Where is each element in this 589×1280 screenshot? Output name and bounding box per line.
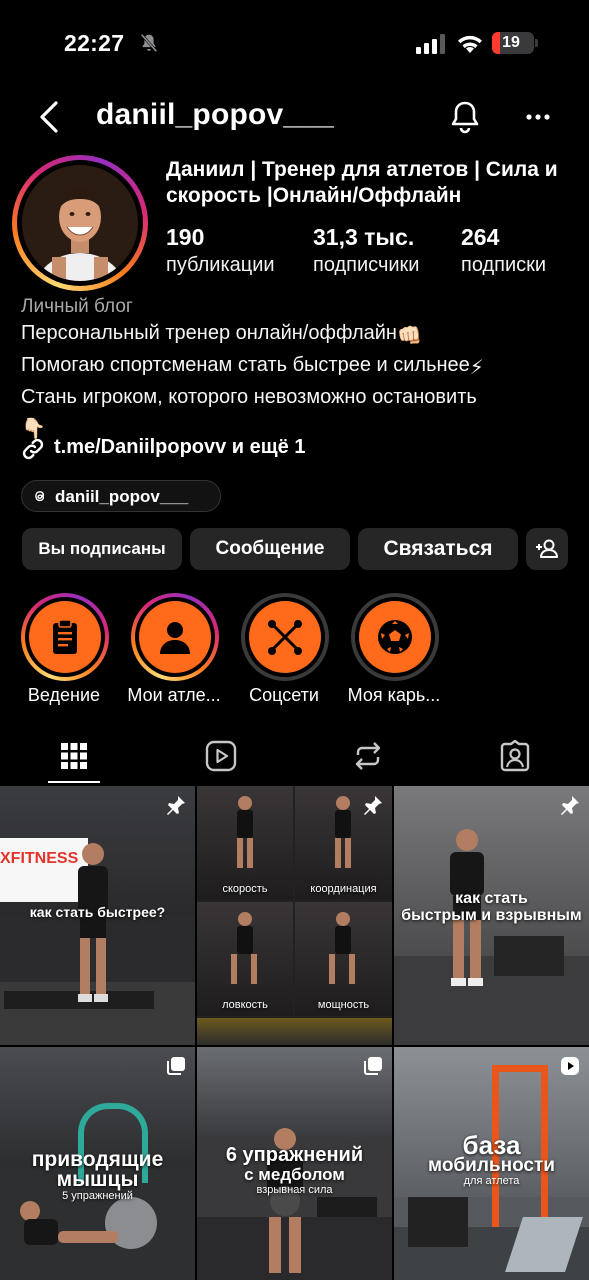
reposts-icon[interactable]: [350, 738, 386, 774]
reel-icon: [561, 1057, 579, 1075]
fist-emoji: 👊🏻: [396, 325, 422, 347]
post-caption-line: с медболом: [244, 1165, 345, 1184]
post-caption: приводящие мышцы 5 упражнений: [0, 1148, 195, 1203]
athlete-figure: [231, 912, 257, 984]
bell-muted-icon: [140, 33, 158, 53]
suggest-people-button[interactable]: [526, 528, 568, 570]
posts-count-label: публикации: [166, 254, 275, 276]
soccer-ball-icon: [378, 620, 412, 654]
reels-icon[interactable]: [203, 738, 239, 774]
post-caption-line: база: [462, 1130, 521, 1160]
post-caption: координация: [310, 883, 377, 895]
followers-count-label: подписчики: [313, 254, 420, 276]
following-button[interactable]: Вы подписаны: [22, 528, 182, 570]
threads-icon: [35, 491, 45, 502]
highlight-label: Ведение: [27, 685, 101, 705]
post-caption-line: 6 упражнений: [225, 1144, 364, 1166]
profile-link-text: t.me/Daniilpopovv и ещё 1: [54, 436, 306, 458]
avatar: [22, 165, 138, 281]
following-count-label: подписки: [461, 254, 547, 276]
post-caption-line: быстрым и взрывным: [401, 907, 582, 924]
highlight-my-athletes[interactable]: Мои атле...: [124, 593, 224, 713]
post-caption: мощность: [317, 999, 370, 1011]
post-tile[interactable]: скорость координация ловкость мощность: [197, 786, 392, 1045]
following-count[interactable]: 264 подписки: [461, 223, 546, 279]
status-time: 22:27: [64, 30, 125, 56]
athlete-figure: [329, 912, 355, 984]
posts-count-value: 190: [166, 224, 205, 250]
post-caption: как стать быстрым и взрывным: [394, 890, 589, 924]
pin-icon: [364, 796, 382, 815]
pin-icon: [561, 796, 579, 815]
post-subcaption: для атлета: [463, 1175, 520, 1187]
highlight-label: Мои атле...: [127, 685, 221, 705]
message-button[interactable]: Сообщение: [190, 528, 350, 570]
post-tile[interactable]: как стать быстрым и взрывным: [394, 786, 589, 1045]
clipboard-icon: [53, 619, 77, 654]
highlight-my-career[interactable]: Моя карь...: [344, 593, 444, 713]
post-tile[interactable]: 6 упражнений с медболом взрывная сила: [197, 1047, 392, 1280]
contact-button[interactable]: Связаться: [358, 528, 518, 570]
back-chevron-icon[interactable]: [36, 100, 64, 134]
lightning-emoji: ⚡: [469, 357, 484, 379]
avatar-story-ring[interactable]: [12, 155, 148, 291]
crossed-rackets-icon: [268, 620, 302, 655]
post-tile[interactable]: база мобильности для атлета: [394, 1047, 589, 1280]
wifi-icon: [458, 35, 482, 53]
post-subcaption: взрывная сила: [256, 1184, 333, 1196]
threads-badge[interactable]: daniil_popov___: [21, 480, 221, 512]
tagged-icon[interactable]: [497, 738, 533, 774]
post-caption-line: мобильности: [428, 1155, 555, 1176]
threads-handle: daniil_popov___: [55, 487, 189, 506]
post-caption: как стать быстрее?: [29, 904, 166, 920]
post-tile[interactable]: приводящие мышцы 5 упражнений: [0, 1047, 195, 1280]
profile-full-name: Даниил | Тренер для атлетов | Сила и ско…: [166, 158, 558, 207]
athlete-figure: [20, 1201, 118, 1245]
highlight-label: Соцсети: [249, 685, 319, 705]
post-caption-line: приводящие: [31, 1148, 164, 1171]
posts-count[interactable]: 190 публикации: [166, 223, 275, 279]
add-person-icon: [536, 539, 558, 558]
pin-icon: [167, 796, 185, 815]
athlete-figure: [237, 796, 253, 868]
post-caption-line: как стать: [455, 890, 528, 907]
post-caption-line: мышцы: [56, 1168, 139, 1191]
battery-indicator: 19: [492, 32, 538, 54]
followers-count[interactable]: 31,3 тыс. подписчики: [313, 223, 419, 279]
post-subcaption: 5 упражнений: [62, 1190, 133, 1202]
profile-tabs: [0, 730, 589, 784]
more-options-icon[interactable]: [522, 105, 554, 129]
bio-line-3: Стань игроком, которого невозможно остан…: [21, 386, 477, 408]
highlight-vedenie[interactable]: Ведение: [14, 593, 114, 713]
profile-bio: Персональный тренер онлайн/оффлайн👊🏻 Пом…: [21, 319, 581, 444]
post-tile[interactable]: XFITNESS как стать быстрее?: [0, 786, 195, 1045]
posts-grid: XFITNESS как стать быстрее? скорость коо…: [0, 786, 589, 1280]
athlete-figure: [78, 843, 108, 1002]
grid-icon[interactable]: [56, 738, 92, 774]
bio-line-1: Персональный тренер онлайн/оффлайн: [21, 322, 397, 344]
profile-username: daniil_popov___: [96, 98, 335, 131]
link-icon: [22, 438, 44, 460]
carousel-icon: [167, 1057, 185, 1075]
post-caption: скорость: [222, 883, 268, 895]
profile-category: Личный блог: [21, 296, 133, 317]
battery-percent: 19: [502, 34, 520, 51]
carousel-icon: [364, 1057, 382, 1075]
person-icon: [160, 622, 190, 654]
following-count-value: 264: [461, 224, 500, 250]
post-caption: ловкость: [222, 999, 268, 1011]
followers-count-value: 31,3 тыс.: [313, 224, 415, 250]
bio-line-2: Помогаю спортсменам стать быстрее и силь…: [21, 354, 470, 376]
post-caption: база мобильности для атлета: [394, 1130, 589, 1188]
active-tab-indicator: [48, 781, 100, 783]
athlete-figure: [335, 796, 351, 868]
highlight-label: Моя карь...: [347, 685, 441, 705]
status-bar: 22:27 19: [0, 0, 589, 86]
bell-icon[interactable]: [448, 99, 482, 135]
post-caption: 6 упражнений с медболом взрывная сила: [197, 1144, 392, 1197]
cellular-signal-icon: [416, 34, 445, 54]
highlight-socials[interactable]: Соцсети: [234, 593, 334, 713]
